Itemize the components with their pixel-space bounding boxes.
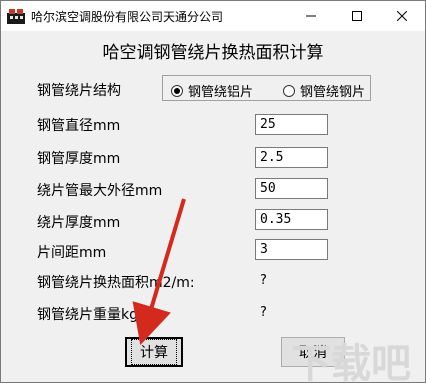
fin-spacing-label: 片间距mm bbox=[37, 245, 107, 261]
minimize-icon bbox=[306, 15, 316, 17]
close-button[interactable] bbox=[379, 1, 425, 31]
calculate-button-label: 计算 bbox=[131, 339, 177, 365]
maximize-button[interactable] bbox=[334, 1, 380, 31]
weight-label: 钢管绕片重量kg/m: bbox=[37, 307, 162, 323]
page-title: 哈空调钢管绕片换热面积计算 bbox=[102, 43, 324, 63]
title-bar[interactable]: 哈尔滨空调股份有限公司天通分公司 bbox=[1, 1, 425, 31]
calculate-button[interactable]: 计算 bbox=[125, 337, 183, 367]
fin-spacing-input[interactable]: 3 bbox=[255, 239, 328, 260]
fin-outer-diameter-input[interactable]: 50 bbox=[255, 178, 328, 199]
dialog-body: 哈空调钢管绕片换热面积计算 钢管绕片结构 钢管绕铝片 钢管绕钢片 钢管直径mm … bbox=[1, 31, 425, 387]
fin-thickness-label: 绕片厚度mm bbox=[37, 215, 121, 231]
fin-outer-diameter-label: 绕片管最大外径mm bbox=[37, 183, 163, 199]
main-window: 哈尔滨空调股份有限公司天通分公司 哈空调钢管绕片换热面积计算 钢管绕片结构 钢管… bbox=[0, 0, 426, 387]
maximize-icon bbox=[352, 11, 362, 21]
watermark: 下载吧 bbox=[291, 341, 411, 387]
heat-area-label: 钢管绕片换热面积m2/m: bbox=[37, 275, 195, 291]
structure-radio-group: 钢管绕铝片 钢管绕钢片 bbox=[162, 75, 371, 101]
close-icon bbox=[397, 11, 407, 21]
radio-steel-fin[interactable]: 钢管绕钢片 bbox=[283, 81, 365, 100]
minimize-button[interactable] bbox=[288, 1, 334, 31]
app-icon bbox=[7, 9, 25, 24]
tube-diameter-label: 钢管直径mm bbox=[37, 118, 121, 134]
weight-value: ? bbox=[260, 305, 267, 320]
tube-thickness-label: 钢管厚度mm bbox=[37, 151, 121, 167]
window-title: 哈尔滨空调股份有限公司天通分公司 bbox=[31, 10, 224, 24]
radio-aluminum-fin-label: 钢管绕铝片 bbox=[188, 85, 254, 100]
tube-diameter-input[interactable]: 25 bbox=[255, 114, 328, 135]
radio-checked-icon bbox=[171, 84, 183, 97]
tube-thickness-input[interactable]: 2.5 bbox=[255, 147, 328, 168]
radio-aluminum-fin[interactable]: 钢管绕铝片 bbox=[171, 81, 253, 100]
heat-area-value: ? bbox=[260, 273, 267, 288]
structure-label: 钢管绕片结构 bbox=[37, 83, 121, 99]
fin-thickness-input[interactable]: 0.35 bbox=[255, 209, 328, 230]
radio-steel-fin-label: 钢管绕钢片 bbox=[300, 85, 366, 100]
radio-unchecked-icon bbox=[283, 84, 295, 97]
